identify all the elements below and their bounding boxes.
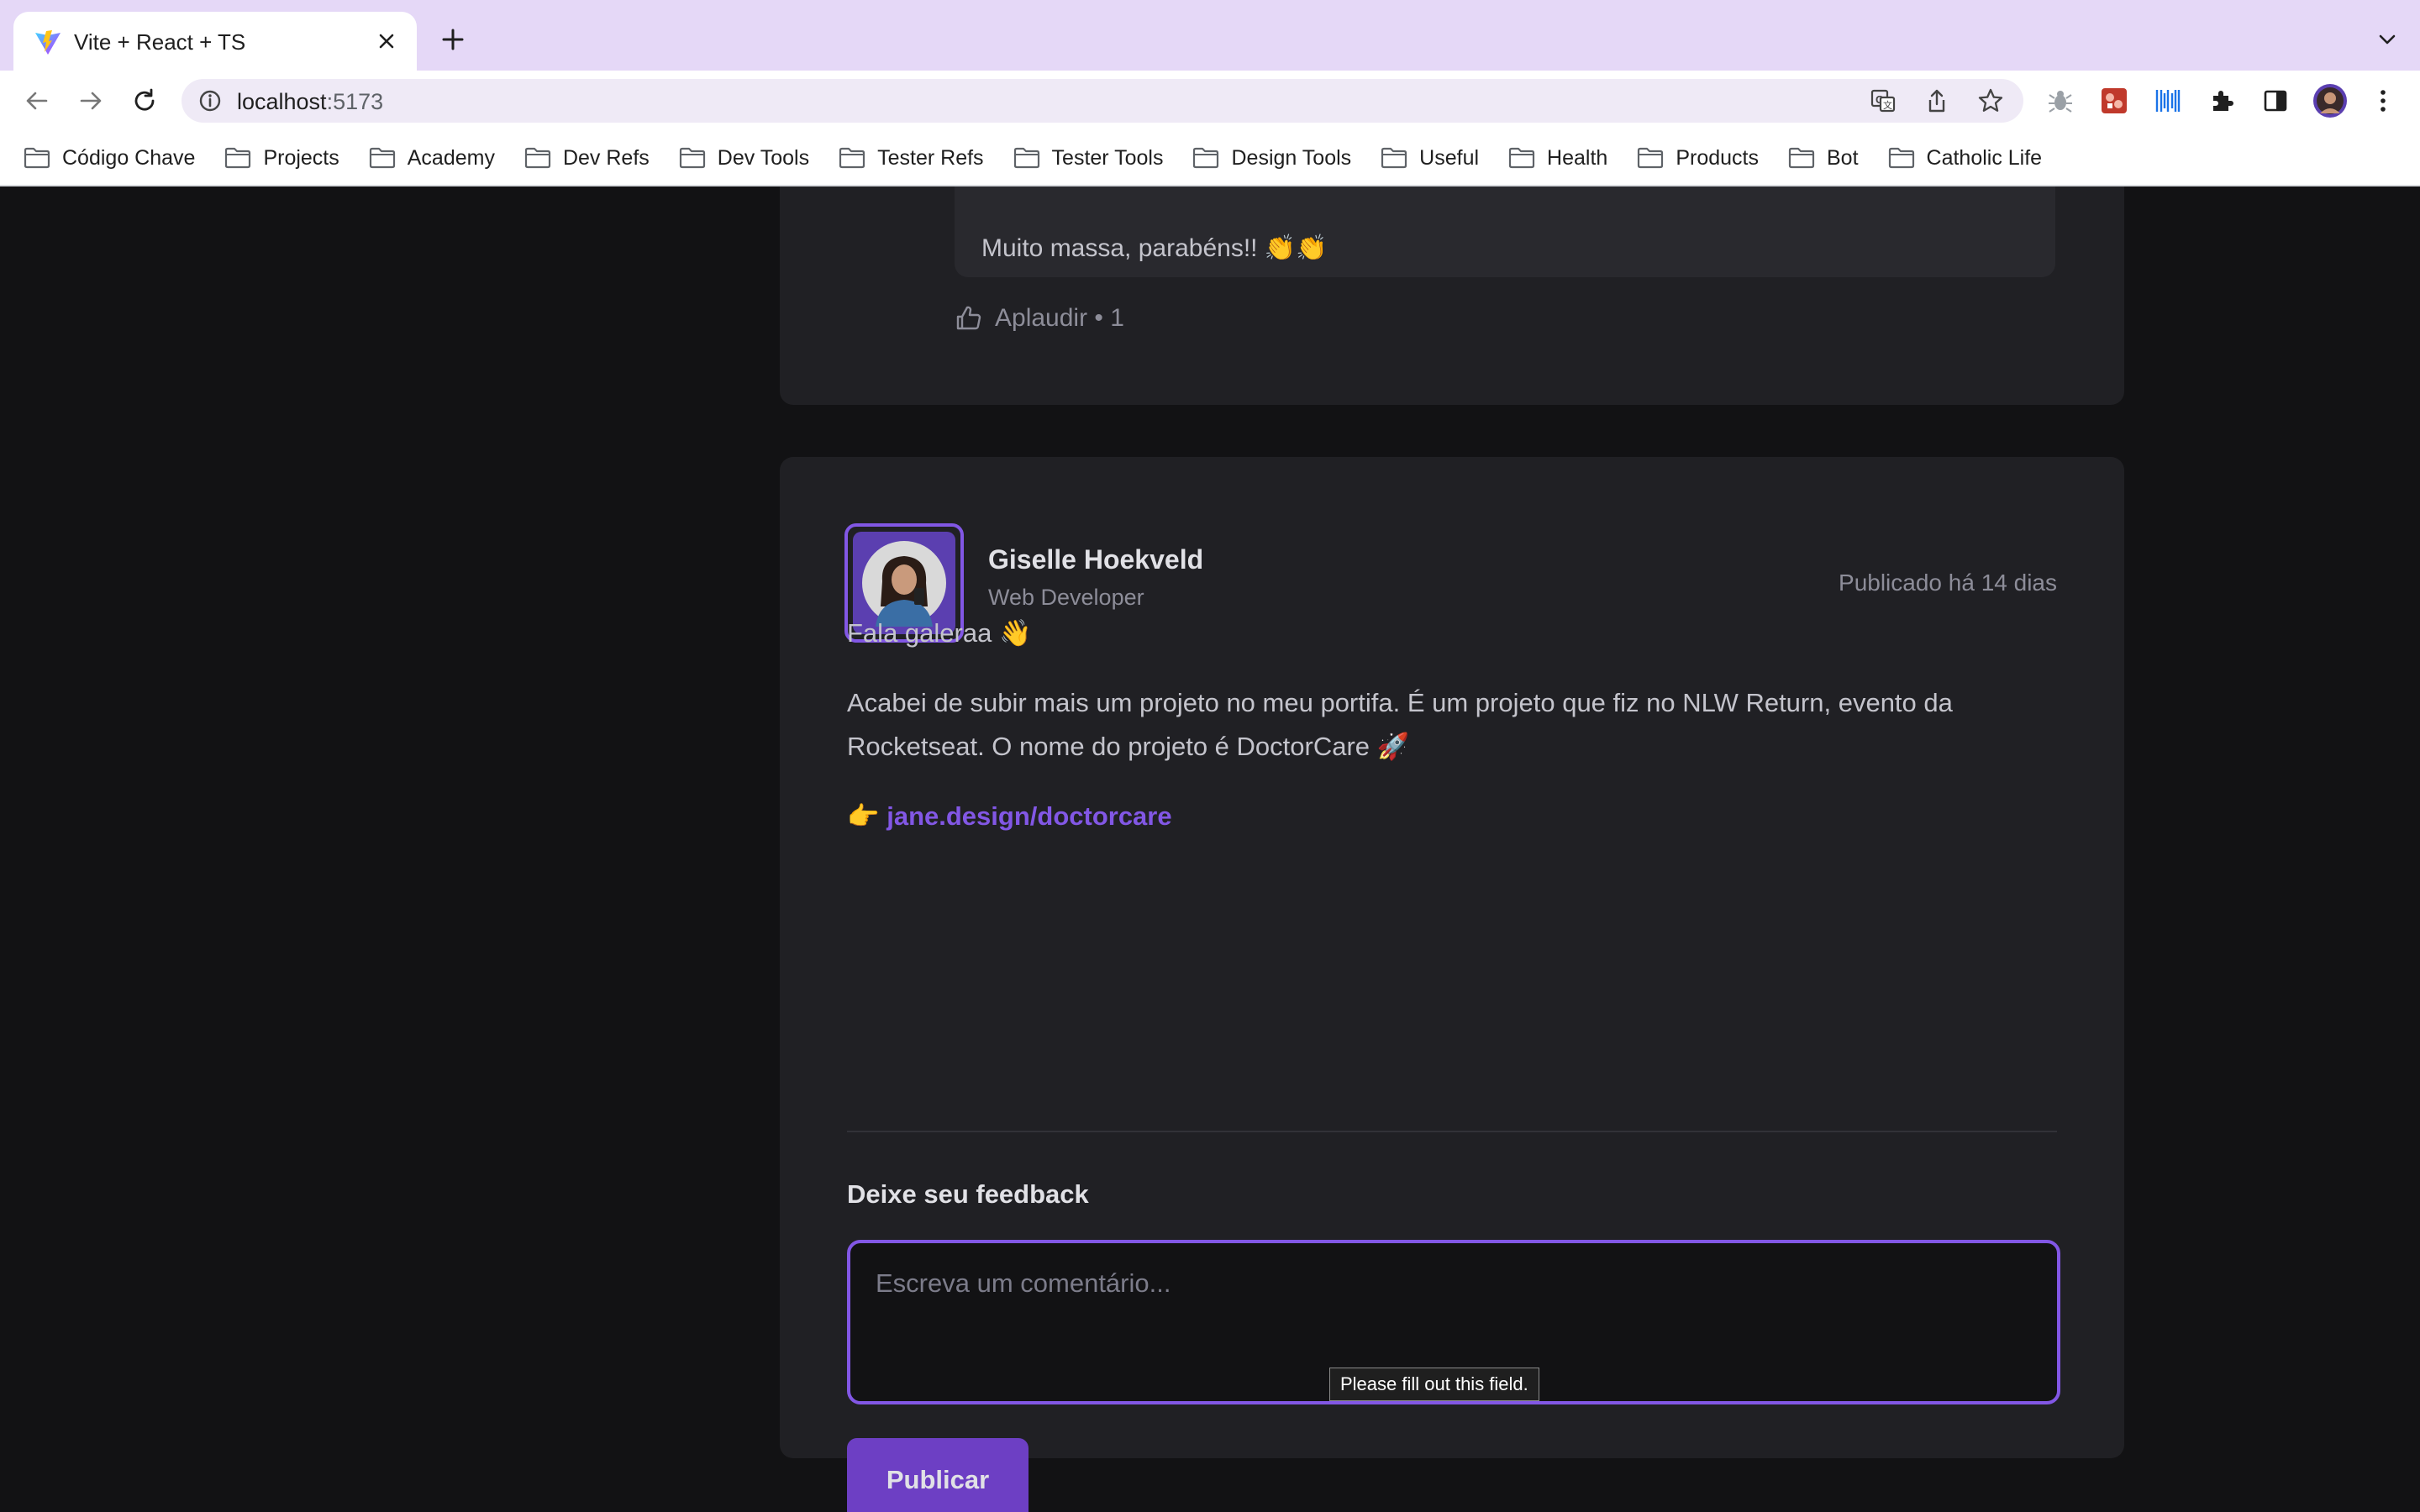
published-time: Publicado há 14 dias [1839,570,2057,596]
previous-post-card: Muito massa, parabéns!! 👏👏 Aplaudir • 1 [780,186,2124,405]
comment-box: Muito massa, parabéns!! 👏👏 [955,186,2055,277]
folder-icon [225,147,251,169]
post-greeting: Fala galeraa 👋 [847,618,1032,648]
bookmark-folder[interactable]: Health [1508,146,1607,171]
reload-icon[interactable] [126,82,163,119]
bookmark-folder[interactable]: Academy [369,146,495,171]
bookmark-folder[interactable]: Useful [1381,146,1479,171]
bookmark-label: Design Tools [1231,145,1352,170]
applaud-label: Aplaudir • 1 [995,304,1124,333]
bookmark-folder[interactable]: Products [1637,146,1759,171]
bookmark-folder[interactable]: Dev Tools [679,146,809,171]
folder-icon [679,147,705,169]
new-tab-plus-icon[interactable] [437,24,469,55]
folder-icon [524,147,551,169]
applaud-separator: • [1087,304,1111,332]
folder-icon [1381,147,1407,169]
side-panel-icon[interactable] [2260,86,2291,116]
bookmark-folder[interactable]: Tester Refs [839,145,984,171]
tab-search-chevron-icon[interactable] [2373,25,2402,54]
post-paragraph-line-1: Acabei de subir mais um projeto no meu p… [847,688,1953,717]
bookmark-label: Useful [1419,145,1480,170]
forward-arrow-icon[interactable] [72,82,109,119]
bookmark-label: Bot [1826,145,1859,170]
bookmark-folder[interactable]: Código Chave [24,146,195,171]
bookmark-label: Código Chave [62,145,196,170]
browser-toolbar: localhost:5173 G文 [0,71,2420,131]
bookmark-label: Dev Tools [717,145,810,170]
bookmark-folder[interactable]: Tester Tools [1013,145,1164,171]
browser-tab[interactable]: Vite + React + TS [13,12,417,71]
feedback-title: Deixe seu feedback [847,1179,1089,1209]
bookmark-label: Products [1676,145,1759,170]
page-content: Muito massa, parabéns!! 👏👏 Aplaudir • 1 … [0,186,2420,1512]
red-puzzle-extension-icon[interactable] [2099,86,2129,116]
author-role: Web Developer [988,585,1144,610]
applaud-button[interactable]: Aplaudir • 1 [955,304,1124,333]
address-url[interactable]: localhost:5173 [237,89,383,115]
folder-icon [1193,147,1219,169]
profile-avatar[interactable] [2312,83,2348,118]
vite-logo-icon [35,30,60,55]
folder-icon [369,147,395,169]
comment-text: Muito massa, parabéns!! 👏👏 [981,234,1328,262]
pointing-hand-emoji: 👉 [847,801,887,831]
bookmark-star-icon[interactable] [1976,87,2005,115]
author-name: Giselle Hoekveld [988,544,1204,575]
bookmark-label: Dev Refs [562,145,650,170]
barcode-extension-icon[interactable] [2153,86,2183,116]
bookmarks-bar: Código Chave Projects Academy Dev Refs Dev T… [0,131,2420,186]
thumbs-up-icon [956,306,981,330]
folder-icon [24,147,50,169]
folder-icon [1013,147,1039,169]
browser-tabstrip: Vite + React + TS [0,0,2420,71]
address-bar[interactable]: localhost:5173 G文 [182,79,2023,123]
svg-text:文: 文 [1883,99,1892,111]
bookmark-folder[interactable]: Bot [1788,146,1859,171]
bookmark-label: Catholic Life [1926,145,2043,170]
bug-extension-icon[interactable] [2045,86,2075,116]
bookmark-label: Tester Refs [877,145,984,170]
bookmark-label: Projects [263,145,339,170]
share-icon[interactable] [1923,87,1951,115]
bookmark-folder[interactable]: Design Tools [1192,146,1351,171]
post-card: Giselle Hoekveld Web Developer Publicado… [780,457,2124,1512]
publish-button[interactable]: Publicar [847,1438,1028,1512]
translate-icon[interactable]: G文 [1869,87,1897,115]
bookmark-folder[interactable]: Catholic Life [1888,145,2043,171]
bookmark-folder[interactable]: Projects [224,146,339,171]
browser-menu-kebab-icon[interactable] [2368,86,2398,116]
url-port: :5173 [326,89,384,114]
extensions-puzzle-icon[interactable] [2207,86,2237,116]
folder-icon [1508,147,1535,169]
applaud-text: Aplaudir [995,304,1088,332]
divider [847,1131,2057,1132]
site-info-icon[interactable] [197,87,224,114]
post-link-line: 👉 jane.design/doctorcare [847,795,1172,838]
post-link[interactable]: jane.design/doctorcare [886,801,1171,831]
url-host: localhost [237,89,327,114]
tab-title: Vite + React + TS [74,29,246,55]
tab-close-icon[interactable] [371,26,402,56]
post-paragraph-line-2: Rocketseat. O nome do projeto é DoctorCa… [847,732,1410,761]
back-arrow-icon[interactable] [18,82,55,119]
bookmark-folder[interactable]: Dev Refs [524,146,650,171]
folder-icon [839,147,865,169]
bookmark-label: Health [1547,145,1608,170]
bookmark-label: Tester Tools [1051,145,1164,170]
folder-icon [1888,147,1914,169]
bookmark-label: Academy [407,145,495,170]
folder-icon [1638,147,1664,169]
folder-icon [1788,147,1815,169]
validation-tooltip: Please fill out this field. [1329,1368,1539,1401]
applaud-count: 1 [1110,304,1124,332]
bookmarks-list: Código Chave Projects Academy Dev Refs Dev T… [24,131,2071,185]
